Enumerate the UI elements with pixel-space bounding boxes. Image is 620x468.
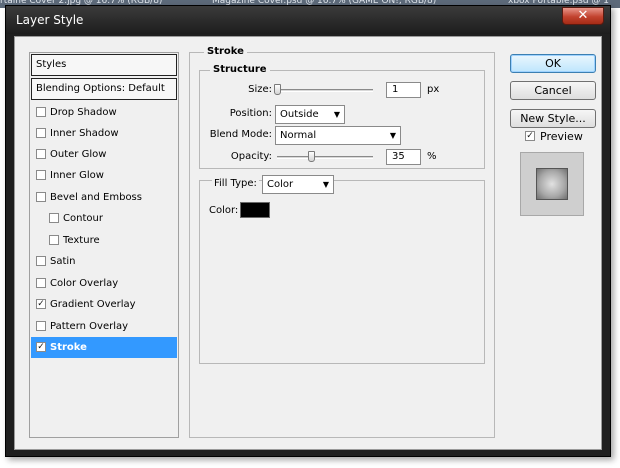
style-item-label: Bevel and Emboss [50,192,142,203]
style-item-label: Gradient Overlay [50,299,136,310]
style-item-inner-glow[interactable]: Inner Glow [31,165,177,186]
position-select[interactable]: Outside ▼ [275,105,345,124]
chevron-down-icon: ▼ [389,131,396,140]
fill-group: Fill Type: Color ▼ Color: [199,175,485,364]
size-slider-handle[interactable] [274,84,281,95]
blend-mode-value: Normal [280,130,317,141]
style-checkbox[interactable] [36,149,46,159]
style-preview-swatch [536,168,568,200]
style-checkbox[interactable] [49,213,59,223]
chevron-down-icon: ▼ [322,180,329,189]
color-swatch[interactable] [240,202,270,218]
dialog-title: Layer Style [16,13,84,27]
style-item-pattern-overlay[interactable]: Pattern Overlay [31,316,177,337]
style-item-label: Inner Glow [50,170,104,181]
blend-mode-label: Blend Mode: [209,129,272,140]
layer-style-dialog: Layer Style ✕ Styles Blending Options: D… [5,5,611,457]
fill-type-label: Fill Type: [212,178,259,189]
checkmark-icon[interactable]: ✓ [36,299,46,309]
style-item-outer-glow[interactable]: Outer Glow [31,144,177,165]
style-checkbox[interactable] [36,170,46,180]
style-checkbox[interactable] [49,235,59,245]
structure-group: Structure Size: 1 px Position: Outside ▼… [199,64,485,169]
preview-label: Preview [540,130,583,143]
opacity-slider-handle[interactable] [307,151,315,162]
style-item-label: Pattern Overlay [50,321,129,332]
style-item-gradient-overlay[interactable]: ✓ Gradient Overlay [31,294,177,315]
style-checkbox[interactable] [36,278,46,288]
style-item-label: Color Overlay [50,278,119,289]
new-style-button[interactable]: New Style... [510,109,596,128]
style-item-color-overlay[interactable]: Color Overlay [31,273,177,294]
style-item-texture[interactable]: Texture [31,230,177,251]
style-item-label: Texture [63,235,100,246]
color-label: Color: [209,205,239,216]
style-item-label: Outer Glow [50,149,107,160]
opacity-label: Opacity: [230,151,272,162]
structure-group-title: Structure [210,64,270,75]
checkmark-icon[interactable]: ✓ [36,342,46,352]
style-preview-thumbnail [520,152,584,216]
stroke-section-title: Stroke [204,46,247,57]
style-item-bevel-and-emboss[interactable]: Bevel and Emboss [31,187,177,208]
ok-button[interactable]: OK [510,54,596,73]
chevron-down-icon: ▼ [333,110,340,119]
style-checkbox[interactable] [36,256,46,266]
opacity-input[interactable]: 35 [386,149,421,165]
blending-options-item[interactable]: Blending Options: Default [31,78,177,100]
styles-header[interactable]: Styles [31,54,177,76]
style-item-label: Satin [50,256,76,267]
position-value: Outside [280,109,319,120]
style-checkbox[interactable] [36,192,46,202]
fill-type-select[interactable]: Color ▼ [262,175,334,194]
size-input[interactable]: 1 [386,82,421,98]
size-label: Size: [248,84,272,95]
dialog-body: Styles Blending Options: Default Drop Sh… [14,36,602,450]
dialog-titlebar[interactable]: Layer Style ✕ [6,6,610,34]
size-unit: px [427,84,440,95]
style-list: Styles Blending Options: Default Drop Sh… [29,52,179,438]
style-item-label: Contour [63,213,103,224]
size-slider-track[interactable] [277,89,373,92]
style-item-inner-shadow[interactable]: Inner Shadow [31,123,177,144]
style-item-label: Inner Shadow [50,128,119,139]
position-label: Position: [229,108,272,119]
style-item-drop-shadow[interactable]: Drop Shadow [31,102,177,123]
close-button[interactable]: ✕ [562,7,604,25]
style-checkbox[interactable] [36,128,46,138]
style-item-contour[interactable]: Contour [31,208,177,229]
fill-type-value: Color [267,179,294,190]
close-icon: ✕ [577,8,589,23]
style-item-label: Drop Shadow [50,107,117,118]
opacity-slider-track[interactable] [277,156,373,159]
style-item-label: Stroke [50,342,87,353]
style-checkbox[interactable] [36,321,46,331]
style-checkbox[interactable] [36,107,46,117]
style-item-satin[interactable]: Satin [31,251,177,272]
checkmark-icon[interactable]: ✓ [525,131,535,141]
opacity-unit: % [427,151,437,162]
blend-mode-select[interactable]: Normal ▼ [275,126,401,145]
stroke-panel: Stroke Structure Size: 1 px Position: Ou… [189,46,495,438]
style-item-stroke[interactable]: ✓ Stroke [31,337,177,358]
cancel-button[interactable]: Cancel [510,81,596,100]
